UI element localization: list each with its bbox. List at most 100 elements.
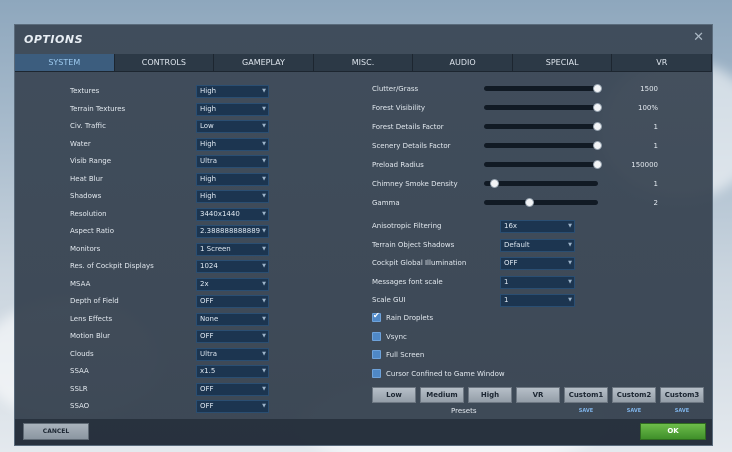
slider-track[interactable]: [484, 198, 598, 207]
preset-button-low[interactable]: Low: [372, 387, 416, 403]
slider-row: Forest Details Factor 1: [15, 121, 712, 135]
preset-button-custom3[interactable]: Custom3: [660, 387, 704, 403]
tab-system[interactable]: SYSTEM: [15, 54, 115, 71]
close-icon[interactable]: ✕: [693, 30, 704, 45]
slider-knob[interactable]: [593, 160, 602, 169]
setting-row: Scale GUI 1 ▼: [15, 294, 712, 308]
setting-row: Terrain Object Shadows Default ▼: [15, 238, 712, 253]
setting-label: Scale GUI: [372, 296, 406, 304]
slider-value: 1: [653, 180, 658, 188]
checkbox[interactable]: [372, 368, 381, 378]
tab-vr[interactable]: VR: [612, 54, 713, 71]
dropdown-value: 1: [504, 296, 509, 304]
slider-label: Clutter/Grass: [372, 85, 419, 93]
chevron-down-icon: ▼: [568, 260, 572, 266]
slider-track[interactable]: [484, 160, 602, 169]
slider-knob[interactable]: [593, 84, 602, 93]
slider-track[interactable]: [484, 122, 602, 131]
dialog-title: OPTIONS: [24, 33, 83, 46]
slider-knob[interactable]: [593, 141, 602, 150]
slider-row: Gamma 2: [15, 197, 712, 211]
checkbox-label: Vsync: [386, 332, 407, 341]
tab-controls[interactable]: CONTROLS: [115, 54, 215, 71]
tab-audio[interactable]: AUDIO: [413, 54, 513, 71]
checkbox-label: Cursor Confined to Game Window: [386, 369, 505, 378]
setting-label: Cockpit Global Illumination: [372, 259, 467, 267]
slider-value: 100%: [637, 104, 658, 112]
setting-dropdown[interactable]: 1 ▼: [500, 275, 575, 289]
slider-track[interactable]: [484, 141, 602, 150]
slider-row: Chimney Smoke Density 1: [15, 178, 712, 192]
dropdown-value: 16x: [504, 222, 518, 230]
chevron-down-icon: ▼: [568, 278, 572, 285]
checkbox-row: Cursor Confined to Game Window: [15, 368, 712, 382]
slider-label: Chimney Smoke Density: [372, 180, 458, 188]
setting-dropdown[interactable]: 16x ▼: [500, 220, 575, 233]
preset-button-high[interactable]: High: [468, 387, 512, 403]
slider-value: 150000: [631, 161, 658, 169]
chevron-down-icon: ▼: [568, 223, 572, 229]
checkbox-label: Full Screen: [386, 351, 425, 359]
setting-dropdown[interactable]: OFF ▼: [196, 382, 269, 396]
preset-button-vr[interactable]: VR: [516, 387, 560, 403]
setting-label: Terrain Object Shadows: [372, 240, 455, 249]
setting-row: SSLR OFF ▼: [15, 382, 275, 397]
chevron-down-icon: ▼: [568, 241, 572, 248]
slider-knob[interactable]: [524, 198, 534, 207]
checkbox-row: Vsync: [15, 331, 712, 345]
slider-track[interactable]: [484, 179, 598, 188]
slider-track[interactable]: [484, 84, 602, 93]
dropdown-value: OFF: [200, 402, 214, 410]
options-dialog: OPTIONS ✕ SYSTEM CONTROLS GAMEPLAY MISC. AUD…: [14, 24, 713, 446]
tab-bar: SYSTEM CONTROLS GAMEPLAY MISC. AUDIO SPECIAL V…: [15, 54, 713, 72]
slider-row: Clutter/Grass 1500: [15, 83, 712, 97]
cancel-button[interactable]: CANCEL: [23, 423, 89, 440]
setting-label: Anisotropic Filtering: [372, 222, 442, 230]
slider-knob[interactable]: [593, 122, 602, 131]
checkbox-label: Rain Droplets: [386, 314, 434, 322]
ok-button[interactable]: OK: [640, 423, 706, 440]
save-preset-link[interactable]: SAVE: [564, 408, 608, 414]
setting-row: Anisotropic Filtering 16x ▼: [15, 220, 712, 234]
checkbox[interactable]: [372, 331, 381, 341]
chevron-down-icon: ▼: [568, 297, 572, 303]
slider-row: Scenery Details Factor 1: [15, 140, 712, 154]
chevron-down-icon: ▼: [262, 385, 266, 392]
slider-label: Scenery Details Factor: [372, 142, 451, 150]
checkbox[interactable]: ✔: [372, 311, 381, 322]
checkmark-icon: ✔: [373, 311, 380, 320]
slider-value: 1500: [640, 85, 658, 93]
title-bar: OPTIONS ✕: [15, 25, 712, 54]
tab-gameplay[interactable]: GAMEPLAY: [214, 54, 314, 71]
setting-row: Messages font scale 1 ▼: [15, 275, 712, 290]
save-preset-link[interactable]: SAVE: [660, 408, 704, 414]
preset-button-custom2[interactable]: Custom2: [612, 387, 656, 403]
slider-row: Preload Radius 150000: [15, 159, 712, 173]
slider-track[interactable]: [484, 103, 602, 112]
setting-dropdown[interactable]: OFF ▼: [196, 400, 269, 413]
slider-row: Forest Visibility 100%: [15, 102, 712, 116]
slider-label: Preload Radius: [372, 161, 424, 169]
dropdown-value: OFF: [504, 259, 518, 267]
checkbox-row: Full Screen: [15, 349, 712, 363]
setting-dropdown[interactable]: OFF ▼: [500, 257, 575, 270]
tab-misc[interactable]: MISC.: [314, 54, 414, 71]
checkbox[interactable]: [372, 350, 381, 359]
dropdown-value: OFF: [200, 384, 214, 393]
setting-label: Messages font scale: [372, 277, 443, 286]
setting-row: Cockpit Global Illumination OFF ▼: [15, 257, 712, 271]
setting-dropdown[interactable]: Default ▼: [500, 238, 575, 252]
slider-knob[interactable]: [490, 179, 500, 188]
setting-label: SSLR: [70, 384, 88, 393]
slider-label: Forest Details Factor: [372, 123, 444, 131]
tab-special[interactable]: SPECIAL: [513, 54, 613, 71]
slider-value: 1: [653, 123, 658, 131]
slider-knob[interactable]: [593, 103, 602, 112]
save-preset-link[interactable]: SAVE: [612, 408, 656, 414]
footer-bar: CANCEL OK: [15, 419, 712, 445]
preset-button-custom1[interactable]: Custom1: [564, 387, 608, 403]
setting-dropdown[interactable]: 1 ▼: [500, 294, 575, 307]
presets-label: Presets: [451, 407, 477, 415]
preset-button-medium[interactable]: Medium: [420, 387, 464, 403]
chevron-down-icon: ▼: [262, 403, 266, 409]
